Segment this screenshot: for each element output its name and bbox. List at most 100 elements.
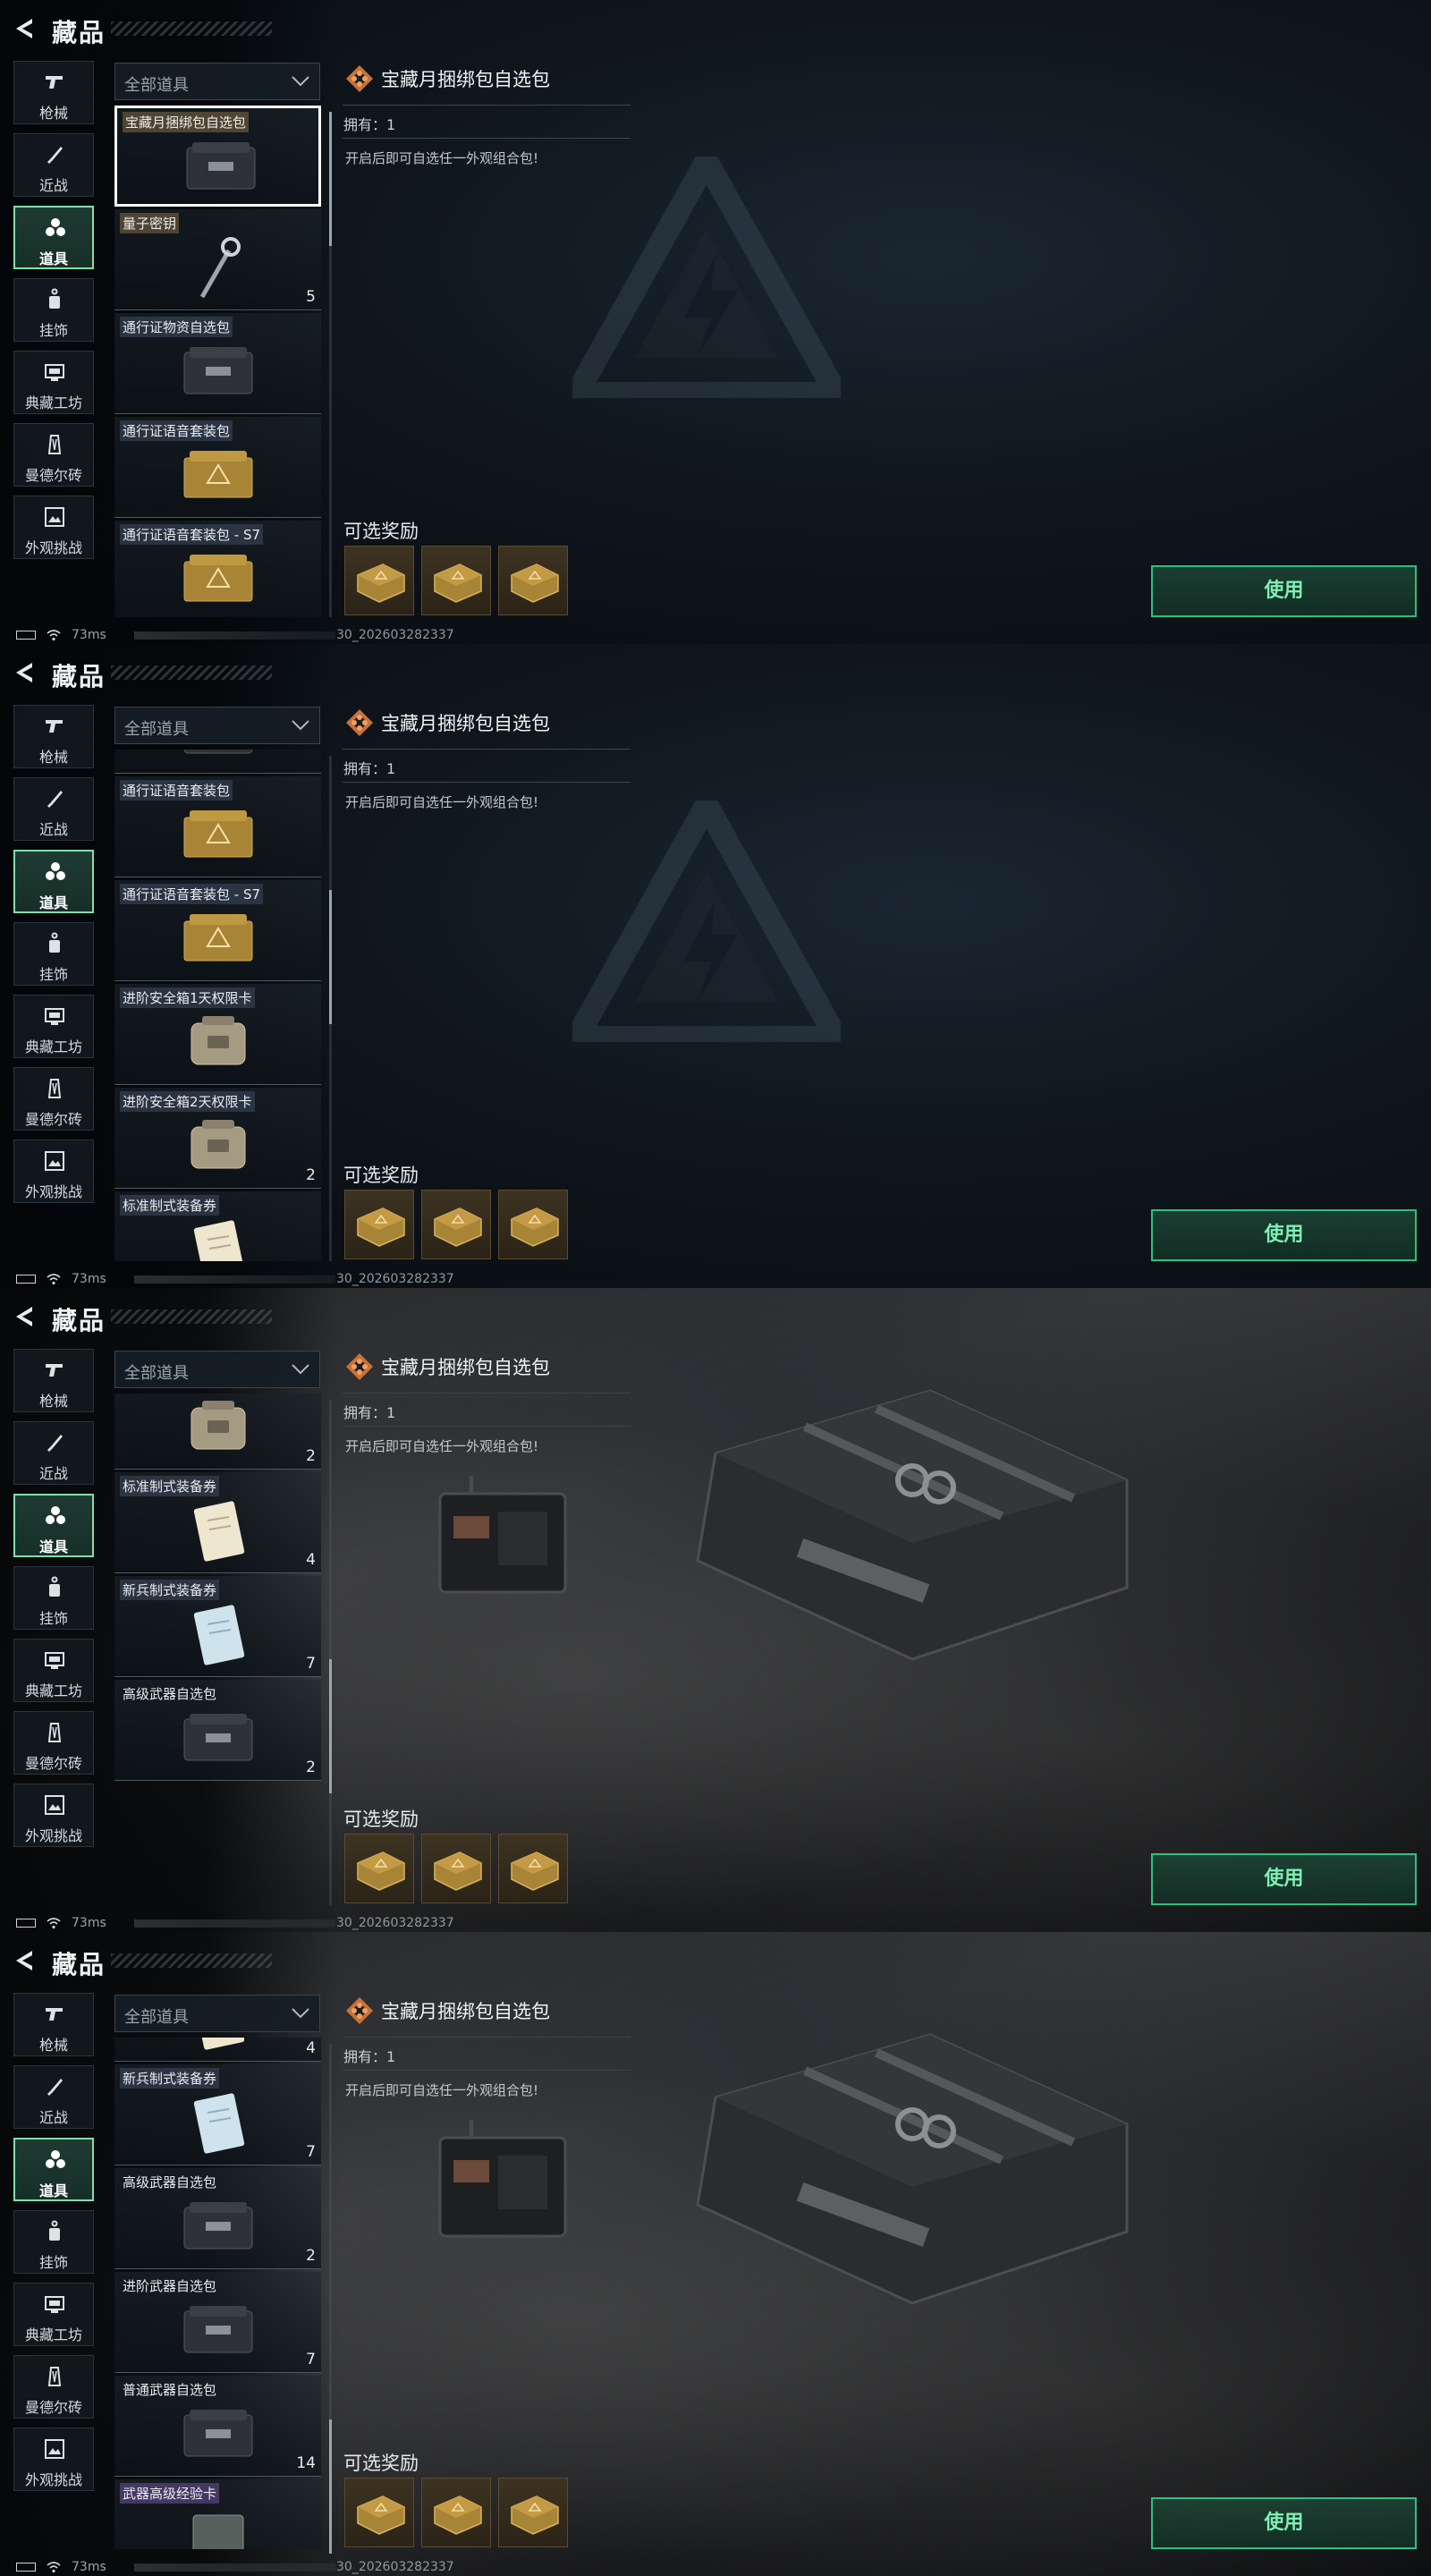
sidebar-item[interactable]: 挂饰 <box>13 922 94 986</box>
sidebar-item[interactable]: 近战 <box>13 777 94 841</box>
knife-icon <box>47 1435 63 1452</box>
sidebar-item[interactable]: 曼德尔砖 <box>13 1711 94 1775</box>
reward-slot[interactable] <box>498 2478 568 2547</box>
list-item[interactable]: 量子密钥 5 <box>114 209 321 310</box>
reward-slot[interactable] <box>421 1834 491 1903</box>
list-item[interactable]: 进阶武器自选包 7 <box>114 2272 321 2373</box>
item-rarity-icon <box>346 1997 373 2024</box>
list-item[interactable]: 通行证语音套装包 <box>114 776 321 877</box>
item-list[interactable]: 4 新兵制式装备券 7 高级武器自选包 2 进阶武器自选包 7 普通武器自选包 14 武器高级经验… <box>114 2038 322 2549</box>
chevron-down-icon <box>292 2008 309 2019</box>
use-button[interactable]: 使用 <box>1151 1209 1417 1261</box>
item-list[interactable]: 宝藏月捆绑包自选包 量子密钥 5 通行证物资自选包通行证语音套装包通行证语音套装包 -… <box>114 106 322 617</box>
use-button[interactable]: 使用 <box>1151 1853 1417 1905</box>
gun-icon <box>46 720 63 733</box>
reward-slot[interactable] <box>498 546 568 615</box>
list-item[interactable]: 4 <box>114 2038 321 2062</box>
sidebar-item-label: 外观挑战 <box>24 539 82 556</box>
sidebar-item[interactable]: 道具 <box>13 206 94 269</box>
list-item[interactable]: 进阶安全箱2天权限卡2 <box>114 1088 321 1189</box>
sidebar-item-label: 枪械 <box>38 105 68 122</box>
list-scrollbar[interactable] <box>329 756 332 1261</box>
list-item[interactable]: 通行证语音套装包 - S7 <box>114 880 321 981</box>
list-item[interactable]: 宝藏月捆绑包自选包 <box>114 106 321 207</box>
scrollbar-thumb[interactable] <box>329 890 332 1024</box>
list-item[interactable]: 新兵制式装备券 7 <box>114 1576 321 1677</box>
wifi-icon <box>47 1274 61 1285</box>
list-item[interactable]: 标准制式装备券 <box>114 1191 321 1261</box>
sidebar-item[interactable]: 外观挑战 <box>13 1784 94 1847</box>
back-button[interactable] <box>13 16 38 41</box>
sidebar-item[interactable]: 枪械 <box>13 61 94 124</box>
sidebar-item[interactable]: 挂饰 <box>13 278 94 342</box>
filter-dropdown[interactable]: 全部道具 <box>114 1995 320 2032</box>
reward-slot[interactable] <box>498 1834 568 1903</box>
reward-slot[interactable] <box>344 1834 414 1903</box>
list-item[interactable]: 通行证语音套装包 - S7 <box>114 521 321 617</box>
sidebar-item[interactable]: 曼德尔砖 <box>13 2355 94 2419</box>
sidebar-item[interactable]: 枪械 <box>13 705 94 768</box>
sidebar-item[interactable]: 曼德尔砖 <box>13 1067 94 1131</box>
chevron-down-icon <box>292 76 309 87</box>
reward-slot[interactable] <box>421 1190 491 1259</box>
item-count: 7 <box>306 1655 316 1673</box>
sidebar-item[interactable]: 典藏工坊 <box>13 351 94 414</box>
list-scrollbar[interactable] <box>329 2044 332 2554</box>
list-item[interactable]: 标准制式装备券 4 <box>114 1472 321 1573</box>
scrollbar-thumb[interactable] <box>329 112 332 246</box>
scrollbar-thumb[interactable] <box>329 2419 332 2554</box>
list-scrollbar[interactable] <box>329 1400 332 1905</box>
sidebar-item[interactable]: 外观挑战 <box>13 2428 94 2491</box>
sidebar-item[interactable]: 曼德尔砖 <box>13 423 94 487</box>
reward-slot[interactable] <box>498 1190 568 1259</box>
list-item[interactable] <box>114 750 321 774</box>
reward-slot[interactable] <box>421 546 491 615</box>
list-item[interactable]: 通行证物资自选包 <box>114 313 321 414</box>
sidebar-item[interactable]: 近战 <box>13 2065 94 2129</box>
sidebar-item[interactable]: 枪械 <box>13 1349 94 1412</box>
filter-dropdown[interactable]: 全部道具 <box>114 707 320 744</box>
list-scrollbar[interactable] <box>329 112 332 617</box>
sidebar-item[interactable]: 典藏工坊 <box>13 2283 94 2346</box>
item-list[interactable]: 进阶安全箱2天权限卡2 标准制式装备券 4 新兵制式装备券 7 高级武器自选包 2 <box>114 1394 322 1905</box>
back-button[interactable] <box>13 660 38 685</box>
list-item[interactable]: 高级武器自选包 2 <box>114 2168 321 2269</box>
sidebar-item[interactable]: 枪械 <box>13 1993 94 2056</box>
sidebar-item[interactable]: 挂饰 <box>13 1566 94 1630</box>
sidebar-item[interactable]: 道具 <box>13 850 94 913</box>
sidebar-item[interactable]: 典藏工坊 <box>13 995 94 1058</box>
item-list[interactable]: 通行证语音套装包 通行证语音套装包 - S7 进阶安全箱1天权限卡 进阶安全箱2天权限… <box>114 750 322 1261</box>
use-button[interactable]: 使用 <box>1151 2497 1417 2549</box>
reward-slot[interactable] <box>344 1190 414 1259</box>
sidebar-item-label: 近战 <box>38 177 68 194</box>
scrollbar-thumb[interactable] <box>329 1659 332 1793</box>
list-item[interactable]: 武器高级经验卡 <box>114 2479 321 2549</box>
list-item[interactable]: 普通武器自选包 14 <box>114 2376 321 2477</box>
reward-slot[interactable] <box>344 546 414 615</box>
reward-slot[interactable] <box>344 2478 414 2547</box>
reward-slot[interactable] <box>421 2478 491 2547</box>
charm-icon <box>49 288 60 309</box>
back-button[interactable] <box>13 1948 38 1973</box>
filter-dropdown[interactable]: 全部道具 <box>114 1351 320 1388</box>
sidebar-item[interactable]: 典藏工坊 <box>13 1639 94 1702</box>
list-item[interactable]: 进阶安全箱1天权限卡 <box>114 984 321 1085</box>
status-bar: 73ms 30_202603282337 <box>0 2558 1431 2576</box>
item-count: 2 <box>306 1447 316 1465</box>
item-name: 通行证语音套装包 <box>120 420 233 441</box>
sidebar-item[interactable]: 近战 <box>13 1421 94 1485</box>
list-item[interactable]: 通行证语音套装包 <box>114 417 321 518</box>
back-button[interactable] <box>13 1304 38 1329</box>
sidebar-item[interactable]: 外观挑战 <box>13 1140 94 1203</box>
list-item[interactable]: 新兵制式装备券 7 <box>114 2064 321 2165</box>
sidebar-item[interactable]: 挂饰 <box>13 2210 94 2274</box>
list-item[interactable]: 高级武器自选包 2 <box>114 1680 321 1781</box>
filter-dropdown[interactable]: 全部道具 <box>114 63 320 100</box>
sidebar-item[interactable]: 道具 <box>13 2138 94 2201</box>
sidebar-item[interactable]: 近战 <box>13 133 94 197</box>
use-button[interactable]: 使用 <box>1151 565 1417 617</box>
sidebar-item[interactable]: 外观挑战 <box>13 496 94 559</box>
sidebar-item[interactable]: 道具 <box>13 1494 94 1557</box>
list-item[interactable]: 进阶安全箱2天权限卡2 <box>114 1394 321 1470</box>
crate-illustration <box>696 2033 1129 2305</box>
